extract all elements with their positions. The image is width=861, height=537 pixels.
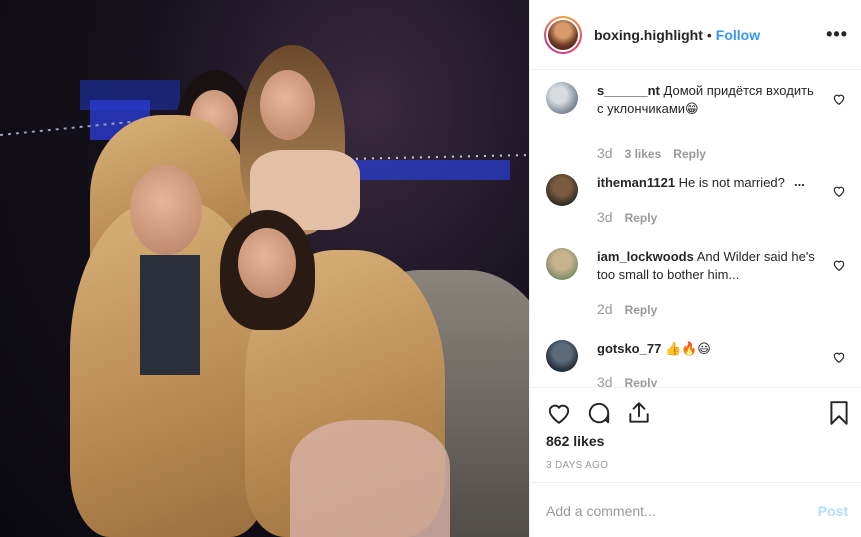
comment-item: s______nt Домой придётся входить с уклон… [546, 82, 846, 161]
post-sidebar: boxing.highlight • Follow ••• s______nt … [529, 0, 861, 537]
more-options-icon[interactable]: ••• [826, 24, 848, 45]
comment-icon[interactable] [586, 400, 612, 426]
heart-icon[interactable] [546, 400, 572, 426]
comment-time[interactable]: 2d [597, 301, 613, 317]
face [260, 70, 315, 140]
comment-username[interactable]: iam_lockwoods [597, 249, 694, 264]
comment-time[interactable]: 3d [597, 374, 613, 387]
commenter-avatar[interactable] [546, 174, 578, 206]
comment-content: 👍🔥😃 [664, 341, 711, 356]
face [130, 165, 202, 255]
post-timestamp[interactable]: 3 DAYS AGO [546, 460, 608, 471]
comment-text: gotsko_77 👍🔥😃 [597, 340, 815, 358]
post-comment-button[interactable]: Post [818, 503, 848, 519]
comment-time[interactable]: 3d [597, 145, 613, 161]
comment-meta: 3d Reply [597, 209, 657, 225]
comment-username[interactable]: itheman1121 [597, 175, 675, 190]
comment-item: gotsko_77 👍🔥😃 3d Reply [546, 340, 846, 387]
comment-like-icon[interactable] [832, 92, 846, 106]
comment-time[interactable]: 3d [597, 209, 613, 225]
comment-text: s______nt Домой придётся входить с уклон… [597, 82, 815, 118]
commenter-avatar[interactable] [546, 248, 578, 280]
reply-button[interactable]: Reply [625, 303, 658, 317]
commenter-avatar[interactable] [546, 82, 578, 114]
comments-list[interactable]: s______nt Домой придётся входить с уклон… [530, 71, 861, 387]
comment-meta: 3d 3 likes Reply [597, 145, 706, 161]
share-icon[interactable] [626, 400, 652, 426]
comment-item: itheman1121 He is not married? ... 3d Re… [546, 174, 846, 225]
commenter-avatar[interactable] [546, 340, 578, 372]
post-actions: 862 likes 3 DAYS AGO [530, 387, 861, 482]
post-photo[interactable] [0, 0, 529, 537]
comment-options-icon[interactable]: ... [794, 174, 805, 189]
reply-button[interactable]: Reply [625, 376, 658, 387]
header-username[interactable]: boxing.highlight [594, 27, 703, 43]
comment-content: He is not married? [678, 175, 785, 190]
face [238, 228, 296, 298]
comment-item: iam_lockwoods And Wilder said he's too s… [546, 248, 846, 318]
comment-likes[interactable]: 3 likes [625, 147, 662, 161]
avatar[interactable] [544, 15, 582, 54]
tulle-skirt [290, 420, 450, 537]
separator-dot: • [706, 26, 712, 43]
comment-meta: 2d Reply [597, 301, 657, 317]
bookmark-icon[interactable] [826, 400, 852, 426]
likes-count[interactable]: 862 likes [546, 433, 604, 449]
comment-text: iam_lockwoods And Wilder said he's too s… [597, 248, 815, 284]
shirt [140, 255, 200, 375]
comment-like-icon[interactable] [832, 350, 846, 364]
avatar-image [548, 19, 578, 50]
comment-input[interactable] [546, 501, 796, 521]
post-header: boxing.highlight • Follow ••• [530, 0, 861, 70]
reply-button[interactable]: Reply [625, 211, 658, 225]
comment-text: itheman1121 He is not married? [597, 174, 815, 192]
comment-username[interactable]: gotsko_77 [597, 341, 661, 356]
comment-username[interactable]: s______nt [597, 83, 660, 98]
reply-button[interactable]: Reply [673, 147, 706, 161]
comment-meta: 3d Reply [597, 374, 657, 387]
comment-like-icon[interactable] [832, 184, 846, 198]
comment-like-icon[interactable] [832, 258, 846, 272]
add-comment-bar: Post [530, 482, 861, 537]
follow-button[interactable]: Follow [716, 27, 760, 43]
